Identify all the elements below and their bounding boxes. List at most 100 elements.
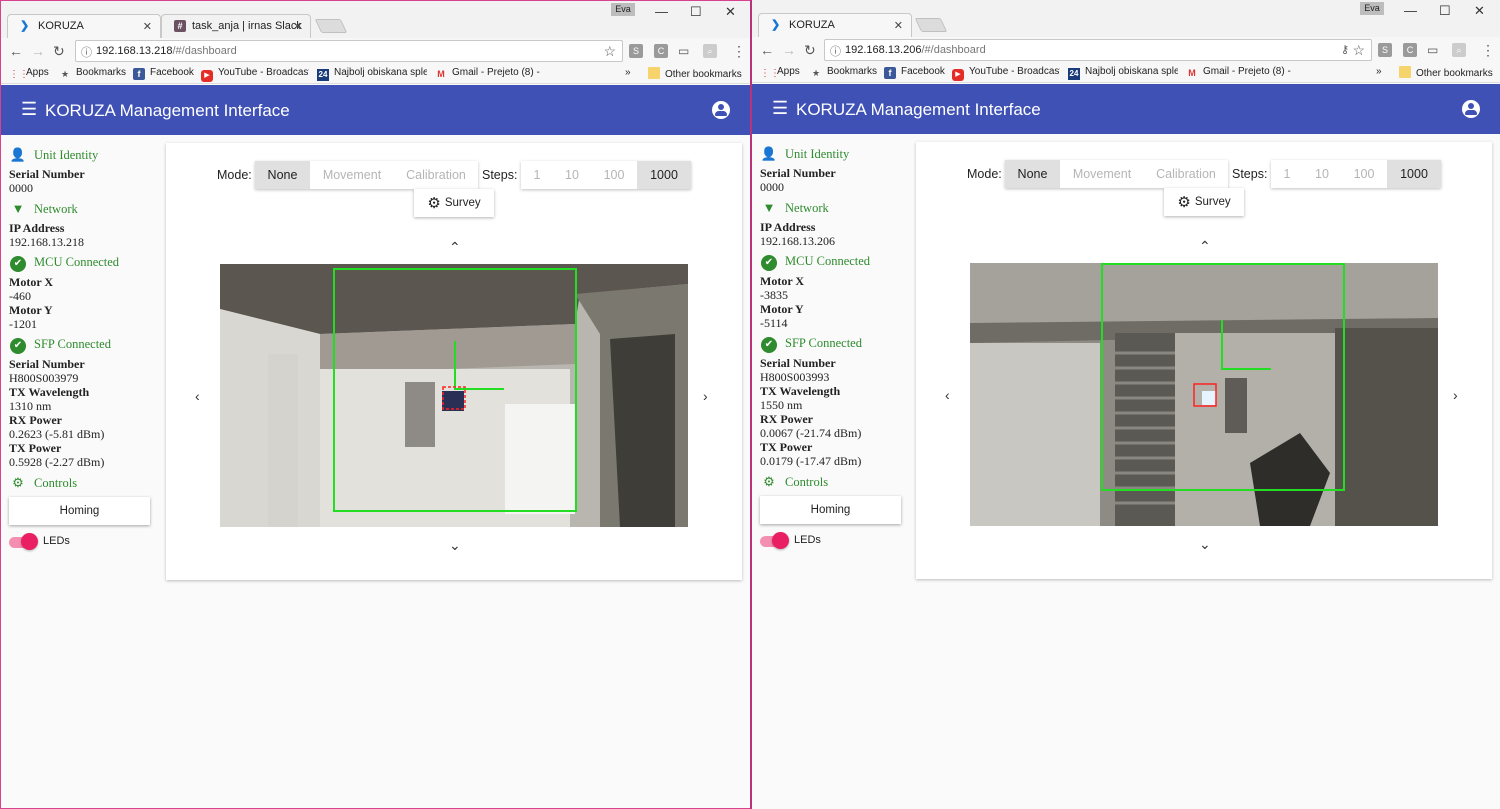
- info-icon[interactable]: ⓘ: [81, 44, 92, 60]
- close-window-icon[interactable]: ✕: [1474, 3, 1485, 19]
- mode-movement-button[interactable]: Movement: [310, 161, 394, 189]
- bookmark-apps[interactable]: ⋮⋮Apps: [760, 66, 800, 80]
- survey-button[interactable]: ⚙ Survey: [414, 189, 494, 217]
- close-icon[interactable]: ✕: [143, 20, 152, 33]
- more-menu-icon[interactable]: ⋮: [732, 42, 746, 60]
- chevron-left-icon[interactable]: ‹: [945, 387, 950, 403]
- extension-icon[interactable]: S: [629, 44, 643, 58]
- steps-10-button[interactable]: 10: [553, 161, 591, 189]
- bookmarks-overflow-icon[interactable]: »: [625, 67, 631, 78]
- steps-1-button[interactable]: 1: [1271, 160, 1303, 188]
- motor-y-value: -1201: [9, 317, 37, 331]
- more-menu-icon[interactable]: ⋮: [1481, 41, 1495, 59]
- chevron-right-icon[interactable]: ›: [1453, 387, 1458, 403]
- wifi-icon: ▼: [11, 201, 25, 216]
- close-window-icon[interactable]: ✕: [725, 4, 736, 20]
- chevron-up-icon[interactable]: ⌃: [449, 239, 461, 256]
- back-icon[interactable]: ←: [9, 42, 23, 60]
- info-icon[interactable]: ⓘ: [830, 43, 841, 59]
- extension-icon[interactable]: C: [654, 44, 668, 58]
- reload-icon[interactable]: ↻: [53, 42, 65, 60]
- chevron-down-icon[interactable]: ⌄: [449, 537, 461, 554]
- new-tab-button[interactable]: [914, 18, 948, 32]
- steps-10-button[interactable]: 10: [1303, 160, 1341, 188]
- bookmark-bookmarks[interactable]: ★ Bookmarks: [810, 66, 877, 79]
- steps-1-button[interactable]: 1: [521, 161, 553, 189]
- toggle-thumb[interactable]: [772, 532, 789, 549]
- chevron-left-icon[interactable]: ‹: [195, 388, 200, 404]
- maximize-icon[interactable]: ☐: [690, 4, 702, 20]
- bookmark-other[interactable]: Other bookmarks: [648, 67, 742, 80]
- minimize-icon[interactable]: —: [1404, 3, 1417, 18]
- mode-calibration-button[interactable]: Calibration: [394, 161, 478, 189]
- bookmark-other[interactable]: Other bookmarks: [1399, 66, 1493, 79]
- mode-calibration-button[interactable]: Calibration: [1144, 160, 1228, 188]
- leds-toggle[interactable]: LEDs: [9, 531, 154, 553]
- account-icon[interactable]: [712, 101, 730, 119]
- bookmark-gmail[interactable]: M Gmail - Prejeto (8) - e: [435, 67, 543, 80]
- bookmark-apps[interactable]: ⋮⋮Apps: [9, 67, 49, 81]
- chevron-down-icon[interactable]: ⌄: [1199, 536, 1211, 553]
- minimize-icon[interactable]: —: [655, 4, 668, 19]
- cast-icon[interactable]: ▭: [1427, 41, 1438, 59]
- profile-badge[interactable]: Eva: [611, 3, 635, 16]
- survey-button[interactable]: ⚙ Survey: [1164, 188, 1244, 216]
- extension-icon[interactable]: C: [1403, 43, 1417, 57]
- gmail-icon: M: [1188, 68, 1196, 78]
- tab-slack[interactable]: # task_anja | irnas Slack ✕: [161, 14, 311, 38]
- close-icon[interactable]: ✕: [894, 19, 903, 32]
- section-network: ▼ Network: [9, 201, 154, 219]
- star-icon[interactable]: ☆: [603, 43, 616, 60]
- bookmark-bookmarks[interactable]: ★ Bookmarks: [59, 67, 126, 80]
- apps-icon: ⋮⋮: [9, 69, 29, 80]
- address-bar[interactable]: ⓘ 192.168.13.206/#/dashboard ⚷ ☆: [824, 39, 1372, 61]
- cast-icon[interactable]: ▭: [678, 42, 689, 60]
- key-icon[interactable]: ⚷: [1341, 43, 1349, 56]
- star-icon[interactable]: ☆: [1352, 42, 1365, 59]
- chevron-up-icon[interactable]: ⌃: [1199, 238, 1211, 255]
- bookmarks-overflow-icon[interactable]: »: [1376, 66, 1382, 77]
- bookmark-najbolj[interactable]: 24 Najbolj obiskana sple: [1068, 66, 1178, 80]
- reload-icon[interactable]: ↻: [804, 41, 816, 59]
- homing-button[interactable]: Homing: [760, 496, 901, 524]
- steps-1000-button[interactable]: 1000: [1387, 160, 1441, 188]
- steps-100-button[interactable]: 100: [1341, 160, 1387, 188]
- extension-icon[interactable]: S: [1378, 43, 1392, 57]
- bookmark-youtube[interactable]: ▶ YouTube - Broadcast: [952, 66, 1060, 81]
- tx-power-label: TX Power: [760, 440, 813, 454]
- forward-icon[interactable]: →: [782, 41, 796, 59]
- menu-icon[interactable]: ☰: [772, 99, 788, 117]
- toggle-thumb[interactable]: [21, 533, 38, 550]
- homing-button[interactable]: Homing: [9, 497, 150, 525]
- tab-strip: ❯ KORUZA ✕ # task_anja | irnas Slack ✕ E…: [1, 1, 750, 38]
- menu-icon[interactable]: ☰: [21, 100, 37, 118]
- mode-none-button[interactable]: None: [1005, 160, 1060, 188]
- tab-koruza[interactable]: ❯ KORUZA ✕: [758, 13, 912, 37]
- bookmark-gmail[interactable]: M Gmail - Prejeto (8) - e: [1186, 66, 1294, 79]
- camera-feed[interactable]: [220, 264, 688, 527]
- address-bar[interactable]: ⓘ 192.168.13.218/#/dashboard ☆: [75, 40, 623, 62]
- chevron-right-icon[interactable]: ›: [703, 388, 708, 404]
- camera-feed[interactable]: [970, 263, 1438, 526]
- tab-koruza[interactable]: ❯ KORUZA ✕: [7, 14, 161, 38]
- account-icon[interactable]: [1462, 100, 1480, 118]
- profile-badge[interactable]: Eva: [1360, 2, 1384, 15]
- maximize-icon[interactable]: ☐: [1439, 3, 1451, 19]
- steps-100-button[interactable]: 100: [591, 161, 637, 189]
- steps-1000-button[interactable]: 1000: [637, 161, 691, 189]
- back-icon[interactable]: ←: [760, 41, 774, 59]
- close-icon[interactable]: ✕: [293, 20, 302, 33]
- status-sidebar: 👤 Unit Identity Serial Number 0000 ▼ Netwo…: [760, 146, 905, 552]
- mode-none-button[interactable]: None: [255, 161, 310, 189]
- forward-icon[interactable]: →: [31, 42, 45, 60]
- bookmark-facebook[interactable]: f Facebook: [133, 67, 194, 80]
- new-tab-button[interactable]: [314, 19, 348, 33]
- extension-icon[interactable]: ⌕: [703, 44, 717, 58]
- bookmark-youtube[interactable]: ▶ YouTube - Broadcast: [201, 67, 309, 82]
- leds-toggle[interactable]: LEDs: [760, 530, 905, 552]
- bookmark-najbolj[interactable]: 24 Najbolj obiskana sple: [317, 67, 427, 81]
- extension-icon[interactable]: ⌕: [1452, 43, 1466, 57]
- bookmark-facebook[interactable]: f Facebook: [884, 66, 945, 79]
- rx-power-label: RX Power: [760, 412, 813, 426]
- mode-movement-button[interactable]: Movement: [1060, 160, 1144, 188]
